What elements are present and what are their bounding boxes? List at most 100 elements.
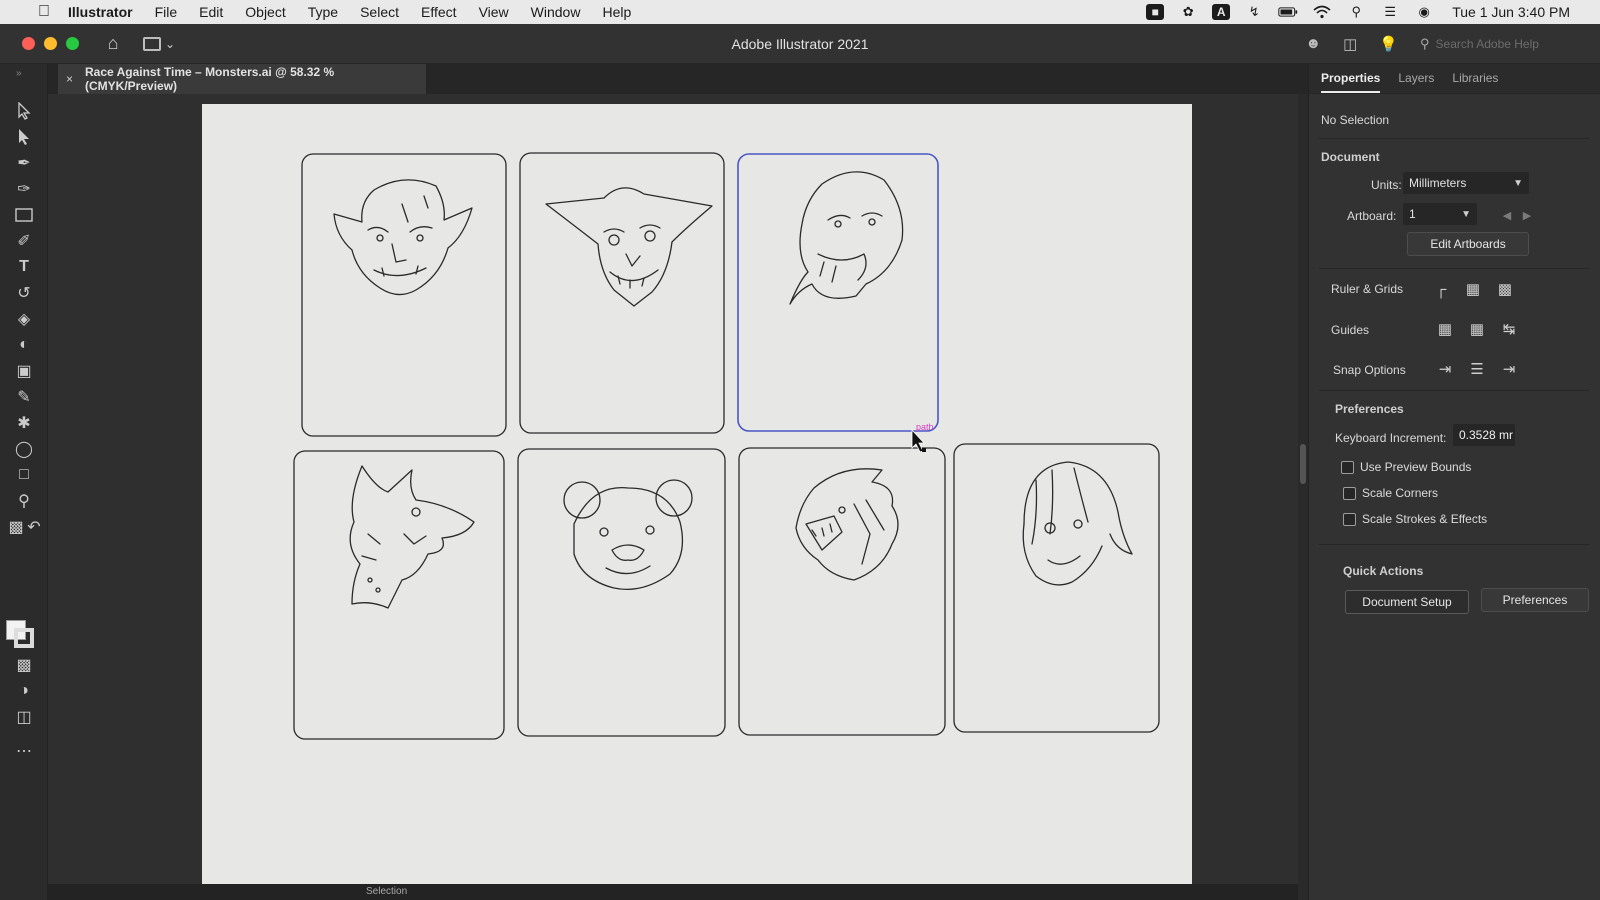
artboard-tool-icon[interactable]: □ [12, 464, 36, 486]
drawing-mode-icon[interactable]: ◑ [12, 680, 36, 702]
chevron-down-icon: ⌄ [165, 36, 176, 51]
menu-help[interactable]: Help [602, 4, 631, 20]
menubar-clock[interactable]: Tue 1 Jun 3:40 PM [1452, 4, 1570, 20]
gradient-tool-icon[interactable]: ▣ [12, 360, 36, 382]
tab-layers[interactable]: Layers [1398, 71, 1434, 93]
share-user-icon[interactable]: ☻ [1305, 35, 1321, 52]
snap-to-grid-icon[interactable]: ☰ [1465, 358, 1489, 380]
goblin-head-drawing [545, 187, 713, 307]
selection-tool-icon[interactable] [12, 100, 36, 122]
status-current-tool[interactable]: Selection [366, 886, 407, 897]
wifi-icon[interactable] [1312, 4, 1332, 20]
paintbrush-tool-icon[interactable]: ✐ [12, 230, 36, 252]
monster-card-goblin[interactable] [519, 152, 725, 434]
blend-tool-icon[interactable]: ◯ [12, 438, 36, 460]
show-guides-icon[interactable]: ▦ [1433, 318, 1457, 340]
tab-libraries[interactable]: Libraries [1452, 71, 1498, 93]
type-tool-icon[interactable]: T [12, 256, 36, 278]
guides-label: Guides [1331, 323, 1370, 337]
checkbox-box[interactable] [1341, 460, 1354, 474]
swap-colors-icon[interactable]: ↶ [22, 516, 46, 538]
checkbox-box[interactable] [1343, 512, 1356, 526]
spotlight-search-icon[interactable]: ⚲ [1346, 4, 1366, 20]
panel-divider [1319, 390, 1589, 391]
tab-properties[interactable]: Properties [1321, 71, 1381, 93]
scale-strokes-effects-checkbox[interactable]: Scale Strokes & Effects [1343, 512, 1487, 526]
monster-card-orc[interactable] [301, 153, 507, 437]
artboard[interactable]: path [202, 104, 1192, 900]
rotate-tool-icon[interactable]: ↺ [12, 282, 36, 304]
help-search-placeholder: Search Adobe Help [1435, 36, 1539, 51]
scale-corners-checkbox[interactable]: Scale Corners [1343, 486, 1438, 500]
transparency-grid-icon[interactable]: ▩ [1493, 278, 1517, 300]
menu-type[interactable]: Type [308, 4, 338, 20]
monster-card-dragon[interactable] [293, 450, 505, 740]
battery-icon[interactable] [1278, 4, 1298, 20]
close-document-icon[interactable]: × [66, 72, 73, 86]
monster-card-zombie-girl[interactable] [953, 443, 1160, 733]
menu-view[interactable]: View [479, 4, 509, 20]
units-dropdown[interactable]: Millimeters ▼ [1403, 172, 1529, 194]
ghoul-head-drawing [789, 171, 904, 305]
control-center-icon[interactable]: ☰ [1380, 4, 1400, 20]
canvas-vertical-scrollbar[interactable] [1298, 94, 1308, 900]
artboard-next-icon[interactable]: ▶ [1515, 204, 1539, 226]
apple-menu-icon[interactable]:  [34, 2, 54, 22]
lightbulb-icon[interactable]: 💡 [1379, 35, 1398, 53]
menu-window[interactable]: Window [531, 4, 581, 20]
puppet-warp-tool-icon[interactable]: ✱ [12, 412, 36, 434]
collapse-toolbar-icon[interactable]: » [16, 68, 22, 79]
snap-to-pixel-icon[interactable]: ⇥ [1497, 358, 1521, 380]
rectangle-tool-icon[interactable] [12, 204, 36, 226]
scrollbar-thumb[interactable] [1300, 444, 1306, 484]
bluetooth-icon[interactable]: ↯ [1244, 4, 1264, 20]
monster-card-ghoul-selected[interactable] [737, 153, 939, 432]
menu-file[interactable]: File [155, 4, 178, 20]
preferences-button[interactable]: Preferences [1481, 588, 1589, 612]
edit-toolbar-more-icon[interactable]: ⋯ [12, 740, 36, 762]
pen-tool-icon[interactable]: ✒ [12, 152, 36, 174]
edit-artboards-button[interactable]: Edit Artboards [1407, 232, 1529, 256]
canvas-area[interactable]: path Selection [48, 94, 1308, 900]
document-setup-button[interactable]: Document Setup [1345, 590, 1469, 614]
shape-builder-tool-icon[interactable]: ◐ [12, 334, 36, 356]
eyedropper-tool-icon[interactable]: ✎ [12, 386, 36, 408]
input-source-icon[interactable]: A [1212, 4, 1231, 20]
document-tab[interactable]: × Race Against Time – Monsters.ai @ 58.3… [58, 64, 426, 94]
show-grid-icon[interactable]: ▦ [1461, 278, 1485, 300]
monster-card-sea-serpent[interactable] [738, 447, 946, 736]
snap-to-point-icon[interactable]: ⇥ [1433, 358, 1457, 380]
window-minimize-button[interactable] [44, 37, 57, 50]
monster-card-bear[interactable] [517, 448, 726, 737]
search-icon: ⚲ [1420, 35, 1430, 51]
arrange-documents-icon[interactable]: ◫ [1343, 35, 1357, 53]
zoom-tool-icon[interactable]: ⚲ [12, 490, 36, 512]
zoom-video-icon[interactable]: ■ [1146, 4, 1165, 20]
checkbox-box[interactable] [1343, 486, 1356, 500]
window-close-button[interactable] [22, 37, 35, 50]
stroke-color-swatch[interactable] [14, 628, 34, 648]
eraser-tool-icon[interactable]: ◈ [12, 308, 36, 330]
direct-selection-tool-icon[interactable] [12, 126, 36, 148]
window-zoom-button[interactable] [66, 37, 79, 50]
menu-edit[interactable]: Edit [199, 4, 223, 20]
artboard-dropdown[interactable]: 1 ▼ [1403, 203, 1477, 225]
creative-cloud-icon[interactable]: ✿ [1178, 4, 1198, 20]
lock-guides-icon[interactable]: ▦ [1465, 318, 1489, 340]
help-search-field[interactable]: ⚲ Search Adobe Help [1420, 33, 1560, 55]
use-preview-bounds-checkbox[interactable]: Use Preview Bounds [1341, 460, 1471, 474]
home-icon[interactable]: ⌂ [101, 33, 125, 55]
smart-guides-icon[interactable]: ↹ [1497, 318, 1521, 340]
show-rulers-icon[interactable]: ┌ [1429, 278, 1453, 300]
curvature-tool-icon[interactable]: ✑ [12, 178, 36, 200]
keyboard-increment-input[interactable]: 0.3528 mr [1453, 424, 1515, 446]
screen-mode-icon[interactable]: ◫ [12, 706, 36, 728]
workspace-switcher[interactable]: ⌄ [143, 33, 187, 55]
menu-object[interactable]: Object [245, 4, 285, 20]
menu-effect[interactable]: Effect [421, 4, 457, 20]
siri-icon[interactable]: ◉ [1414, 4, 1434, 20]
menu-app-name[interactable]: Illustrator [68, 4, 133, 20]
preferences-section-header: Preferences [1335, 402, 1404, 416]
color-mode-icons[interactable]: ▩ [12, 654, 36, 676]
menu-select[interactable]: Select [360, 4, 399, 20]
